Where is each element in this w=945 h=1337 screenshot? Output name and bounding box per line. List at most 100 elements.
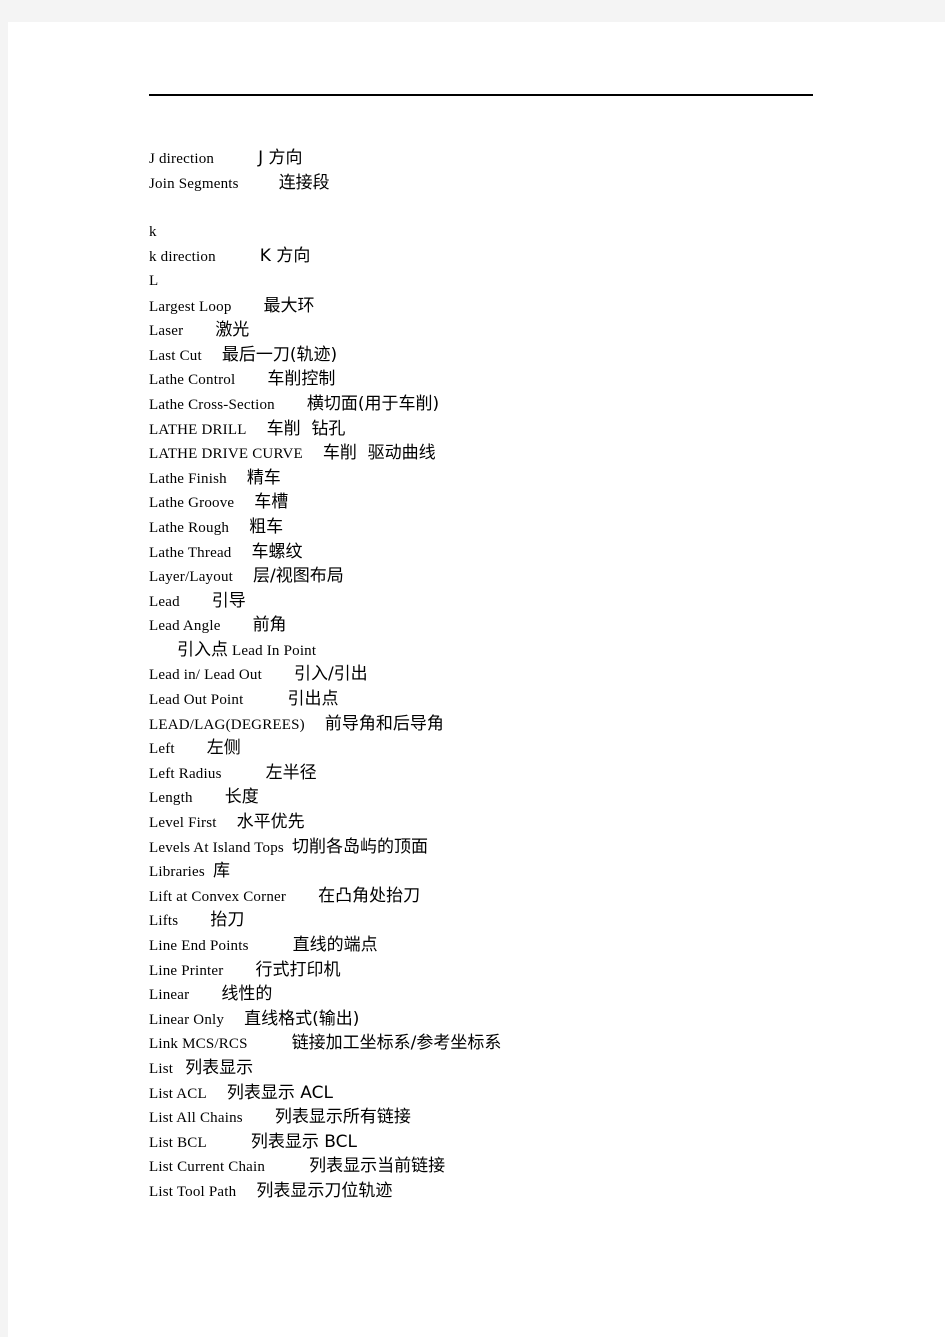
term-english: Lathe Rough xyxy=(149,519,230,536)
term-english: Libraries xyxy=(149,864,205,881)
glossary-entry: Join Segments 连接段 xyxy=(149,171,849,196)
document-page: J direction J 方向 Join Segments 连接段 k k direct… xyxy=(8,22,945,1337)
term-english: Lathe Cross-Section xyxy=(149,396,275,413)
glossary-entry: Lathe Thread 车螺纹 xyxy=(149,540,849,565)
glossary-entry: Lead 引导 xyxy=(149,589,849,614)
term-chinese: 前角 xyxy=(252,615,287,636)
term-english: Last Cut xyxy=(149,347,202,364)
term-chinese: 直线格式(输出) xyxy=(244,1008,360,1029)
glossary-list: J direction J 方向 Join Segments 连接段 k k direct… xyxy=(149,146,849,1204)
term-chinese: 在凸角处抬刀 xyxy=(318,885,421,906)
term-english: Lathe Control xyxy=(149,372,236,389)
glossary-entry: LATHE DRIVE CURVE 车削 驱动曲线 xyxy=(149,441,849,466)
term-chinese: 引出点 xyxy=(287,689,339,710)
page-surround-top xyxy=(0,0,945,22)
term-english: Level First xyxy=(149,815,217,832)
term-chinese: 粗车 xyxy=(249,516,284,537)
term-english: LATHE DRIVE CURVE xyxy=(149,446,303,463)
glossary-entry: Laser 激光 xyxy=(149,318,849,343)
term-chinese: 最大环 xyxy=(263,295,315,316)
term-english: Line End Points xyxy=(149,938,249,954)
glossary-entry: 引入点 Lead In Point xyxy=(149,638,849,663)
glossary-entry: Length 长度 xyxy=(149,785,849,810)
glossary-entry: Levels At Island Tops 切削各岛屿的顶面 xyxy=(149,835,849,860)
glossary-entry: Libraries 库 xyxy=(149,859,849,884)
term-english: Lift at Convex Corner xyxy=(149,888,287,905)
term-english: List All Chains xyxy=(149,1110,243,1127)
glossary-entry: Lead in/ Lead Out 引入/引出 xyxy=(149,662,849,687)
glossary-entry: Level First 水平优先 xyxy=(149,810,849,835)
term-chinese: 车削 钻孔 xyxy=(266,418,346,439)
glossary-entry: Lathe Groove 车槽 xyxy=(149,490,849,515)
term-english: k xyxy=(149,223,157,240)
term-chinese: J 方向 xyxy=(258,148,303,168)
glossary-entry: Lift at Convex Corner 在凸角处抬刀 xyxy=(149,884,849,909)
term-english: Lathe Groove xyxy=(149,495,235,512)
term-chinese: 连接段 xyxy=(278,172,330,193)
glossary-entry: List BCL 列表显示 BCL xyxy=(149,1130,849,1155)
term-english: Line Printer xyxy=(149,962,224,979)
term-english: Left xyxy=(149,741,175,758)
term-english: Layer/Layout xyxy=(149,569,234,586)
glossary-entry: List Current Chain 列表显示当前链接 xyxy=(149,1154,849,1179)
page-surround-left xyxy=(0,0,8,1337)
glossary-entry: J direction J 方向 xyxy=(149,146,849,171)
term-english: Linear xyxy=(149,987,190,1004)
term-english: Lead in/ Lead Out xyxy=(149,667,262,684)
glossary-entry: LATHE DRILL 车削 钻孔 xyxy=(149,417,849,442)
term-english: Linear Only xyxy=(149,1011,225,1028)
term-english: Lead In Point xyxy=(232,642,317,659)
term-chinese: 引入/引出 xyxy=(293,664,368,685)
glossary-entry: Lifts 抬刀 xyxy=(149,908,849,933)
term-chinese: 引导 xyxy=(211,590,246,611)
term-chinese: 库 xyxy=(212,861,230,882)
glossary-entry: Line End Points 直线的端点 xyxy=(149,933,849,958)
term-english: List Current Chain xyxy=(149,1159,266,1176)
term-chinese: 抬刀 xyxy=(210,910,245,931)
term-english: Left Radius xyxy=(149,765,222,782)
term-english: List Tool Path xyxy=(149,1183,237,1200)
glossary-entry: List 列表显示 xyxy=(149,1056,849,1081)
term-chinese: 精车 xyxy=(246,467,281,488)
glossary-entry: k direction K 方向 xyxy=(149,244,849,269)
glossary-entry: Link MCS/RCS 链接加工坐标系/参考坐标系 xyxy=(149,1031,849,1056)
term-english: Lathe Thread xyxy=(149,544,232,561)
glossary-entry: LEAD/LAG(DEGREES) 前导角和后导角 xyxy=(149,712,849,737)
term-english: Lead Angle xyxy=(149,618,221,635)
glossary-entry: Line Printer 行式打印机 xyxy=(149,958,849,983)
glossary-entry: List All Chains 列表显示所有链接 xyxy=(149,1105,849,1130)
glossary-entry: Left 左侧 xyxy=(149,736,849,761)
glossary-entry: Lathe Cross-Section 横切面(用于车削) xyxy=(149,392,849,417)
term-chinese: 切削各岛屿的顶面 xyxy=(291,836,428,857)
glossary-entry: k xyxy=(149,220,849,245)
term-english: List xyxy=(149,1060,174,1077)
term-chinese: 列表显示当前链接 xyxy=(309,1156,446,1177)
header-separator-rule xyxy=(149,94,813,96)
term-english: List ACL xyxy=(149,1085,207,1102)
term-chinese: 列表显示刀位轨迹 xyxy=(256,1180,393,1201)
term-chinese: 列表显示 ACL xyxy=(226,1082,333,1103)
term-chinese: 行式打印机 xyxy=(255,959,341,980)
glossary-entry: Lathe Control 车削控制 xyxy=(149,367,849,392)
term-chinese: 车螺纹 xyxy=(251,541,303,562)
term-english: LATHE DRILL xyxy=(149,421,247,438)
term-chinese: 车槽 xyxy=(254,492,289,513)
term-english: LEAD/LAG(DEGREES) xyxy=(149,716,305,733)
glossary-entry: Lathe Rough 粗车 xyxy=(149,515,849,540)
term-chinese: 左半径 xyxy=(265,762,317,783)
term-chinese: 左侧 xyxy=(206,738,241,759)
glossary-entry: Lead Angle 前角 xyxy=(149,613,849,638)
term-chinese: 列表显示 BCL xyxy=(250,1131,357,1152)
glossary-entry: Linear Only 直线格式(输出) xyxy=(149,1007,849,1032)
term-chinese: 列表显示 xyxy=(185,1057,254,1078)
term-chinese: 线性的 xyxy=(221,984,273,1005)
term-english: Lifts xyxy=(149,913,179,930)
term-chinese: K 方向 xyxy=(259,246,311,267)
term-chinese: 引入点 xyxy=(177,639,228,660)
glossary-entry: Linear 线性的 xyxy=(149,982,849,1007)
glossary-entry: Lead Out Point 引出点 xyxy=(149,687,849,712)
term-english: List BCL xyxy=(149,1134,207,1151)
term-chinese: 直线的端点 xyxy=(292,935,378,955)
term-english: Lead xyxy=(149,593,180,610)
term-chinese: 长度 xyxy=(224,787,259,808)
